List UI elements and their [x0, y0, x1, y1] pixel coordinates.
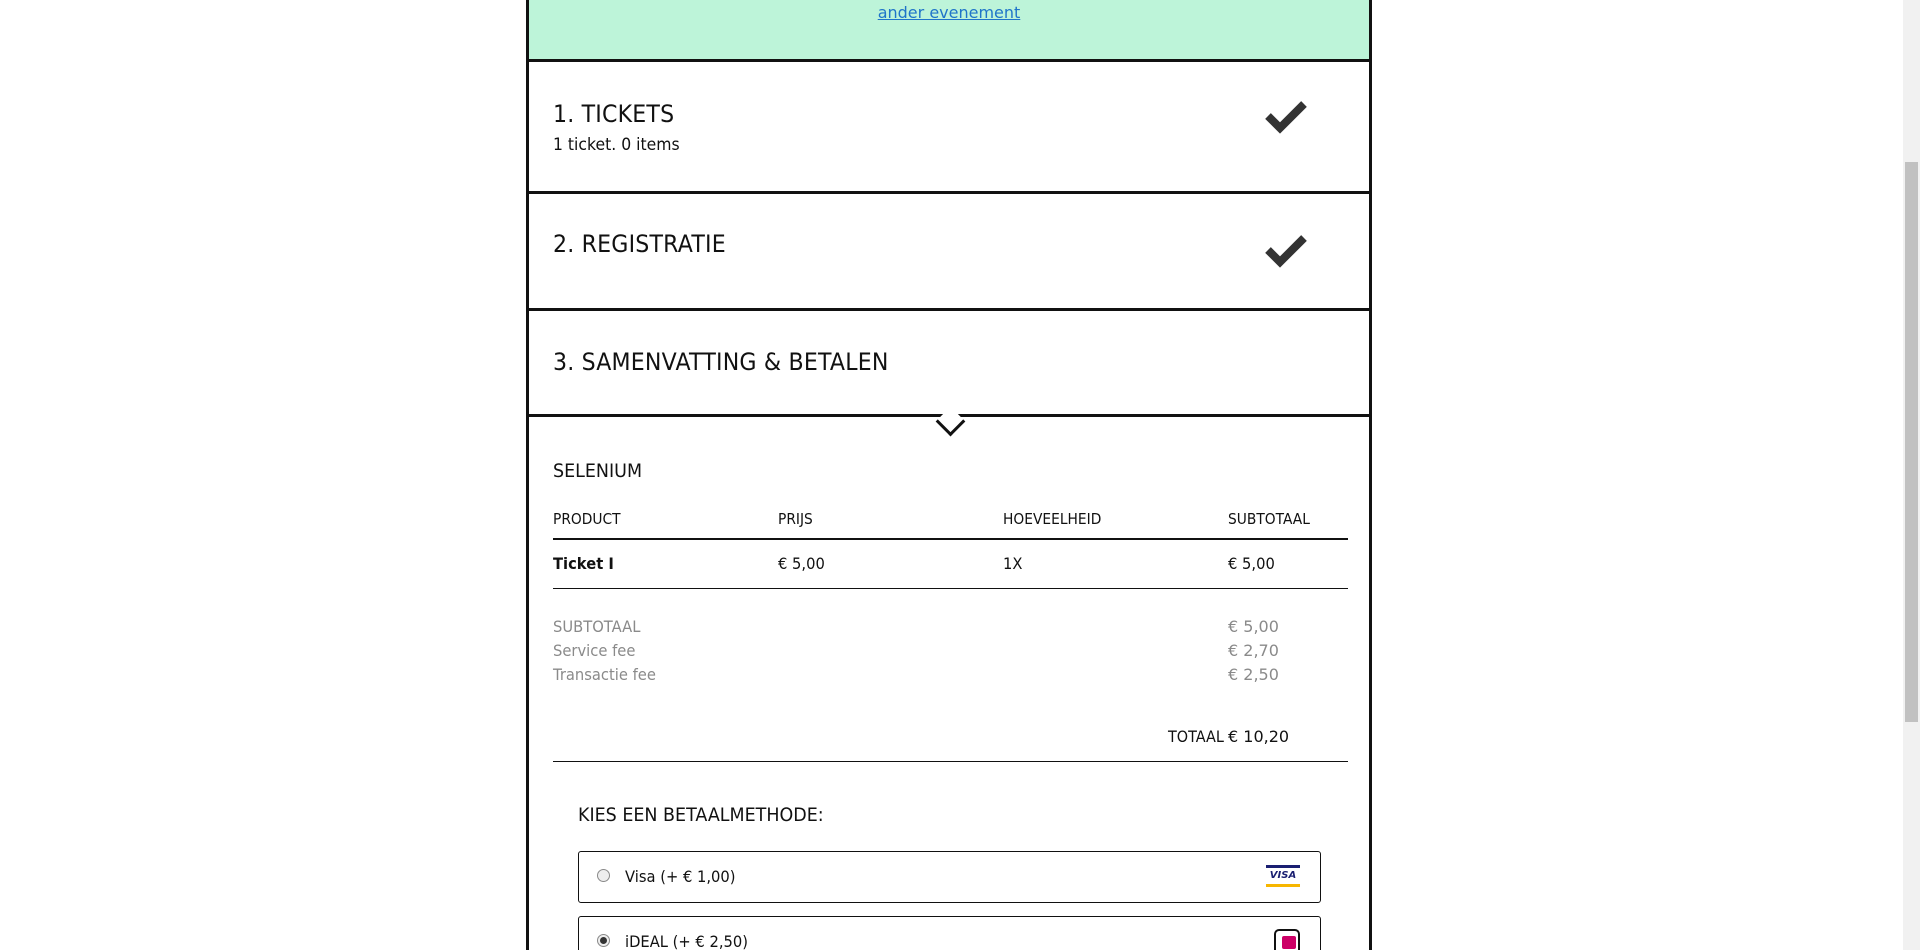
radio-ideal[interactable]: [597, 934, 610, 947]
product-name: Ticket I: [553, 554, 614, 573]
step-samenvatting-betalen[interactable]: 3. SAMENVATTING & BETALEN: [529, 311, 1369, 417]
col-header-quantity: HOEVEELHEID: [1003, 510, 1102, 528]
product-quantity: 1X: [1003, 554, 1023, 573]
payment-option-visa[interactable]: Visa (+ € 1,00) VISA: [578, 851, 1321, 903]
checkmark-icon: [1265, 235, 1307, 268]
info-banner: ander evenement: [529, 0, 1369, 62]
table-row: Ticket I € 5,00 1X € 5,00: [553, 546, 1348, 589]
total-row: TOTAAL € 10,20: [553, 723, 1348, 762]
fee-value: € 5,00: [1228, 617, 1279, 636]
fee-value: € 2,70: [1228, 641, 1279, 660]
col-header-subtotal: SUBTOTAAL: [1228, 510, 1310, 528]
checkout-panel: ander evenement 1. TICKETS 1 ticket. 0 i…: [526, 0, 1372, 950]
fee-label: Transactie fee: [553, 665, 656, 684]
checkmark-icon: [1265, 101, 1307, 134]
step-title: 1. TICKETS: [553, 100, 675, 128]
col-header-price: PRIJS: [778, 510, 813, 528]
step-registratie[interactable]: 2. REGISTRATIE: [529, 194, 1369, 311]
product-price: € 5,00: [778, 554, 825, 573]
event-name: SELENIUM: [553, 460, 643, 482]
page-scrollbar[interactable]: [1903, 0, 1920, 950]
payment-option-label: Visa (+ € 1,00): [625, 867, 736, 886]
step-tickets[interactable]: 1. TICKETS 1 ticket. 0 items: [529, 62, 1369, 194]
step-subtitle: 1 ticket. 0 items: [553, 135, 680, 155]
table-header: PRODUCT PRIJS HOEVEELHEID SUBTOTAAL: [553, 510, 1348, 540]
fee-label: Service fee: [553, 641, 636, 660]
fee-value: € 2,50: [1228, 665, 1279, 684]
scrollbar-thumb[interactable]: [1905, 162, 1918, 722]
fee-label: SUBTOTAAL: [553, 617, 641, 636]
ideal-logo-icon: [1274, 929, 1300, 950]
payment-option-label: iDEAL (+ € 2,50): [625, 932, 748, 950]
step-title: 3. SAMENVATTING & BETALEN: [553, 348, 889, 376]
payment-option-ideal[interactable]: iDEAL (+ € 2,50): [578, 916, 1321, 950]
total-label: TOTAAL: [1168, 727, 1224, 746]
step-title: 2. REGISTRATIE: [553, 230, 726, 258]
payment-method-title: KIES EEN BETAALMETHODE:: [578, 804, 824, 826]
product-subtotal: € 5,00: [1228, 554, 1275, 573]
other-event-link[interactable]: ander evenement: [878, 3, 1021, 22]
radio-visa[interactable]: [597, 869, 610, 882]
total-value: € 10,20: [1228, 727, 1290, 746]
col-header-product: PRODUCT: [553, 510, 621, 528]
visa-logo-icon: VISA: [1266, 865, 1300, 887]
